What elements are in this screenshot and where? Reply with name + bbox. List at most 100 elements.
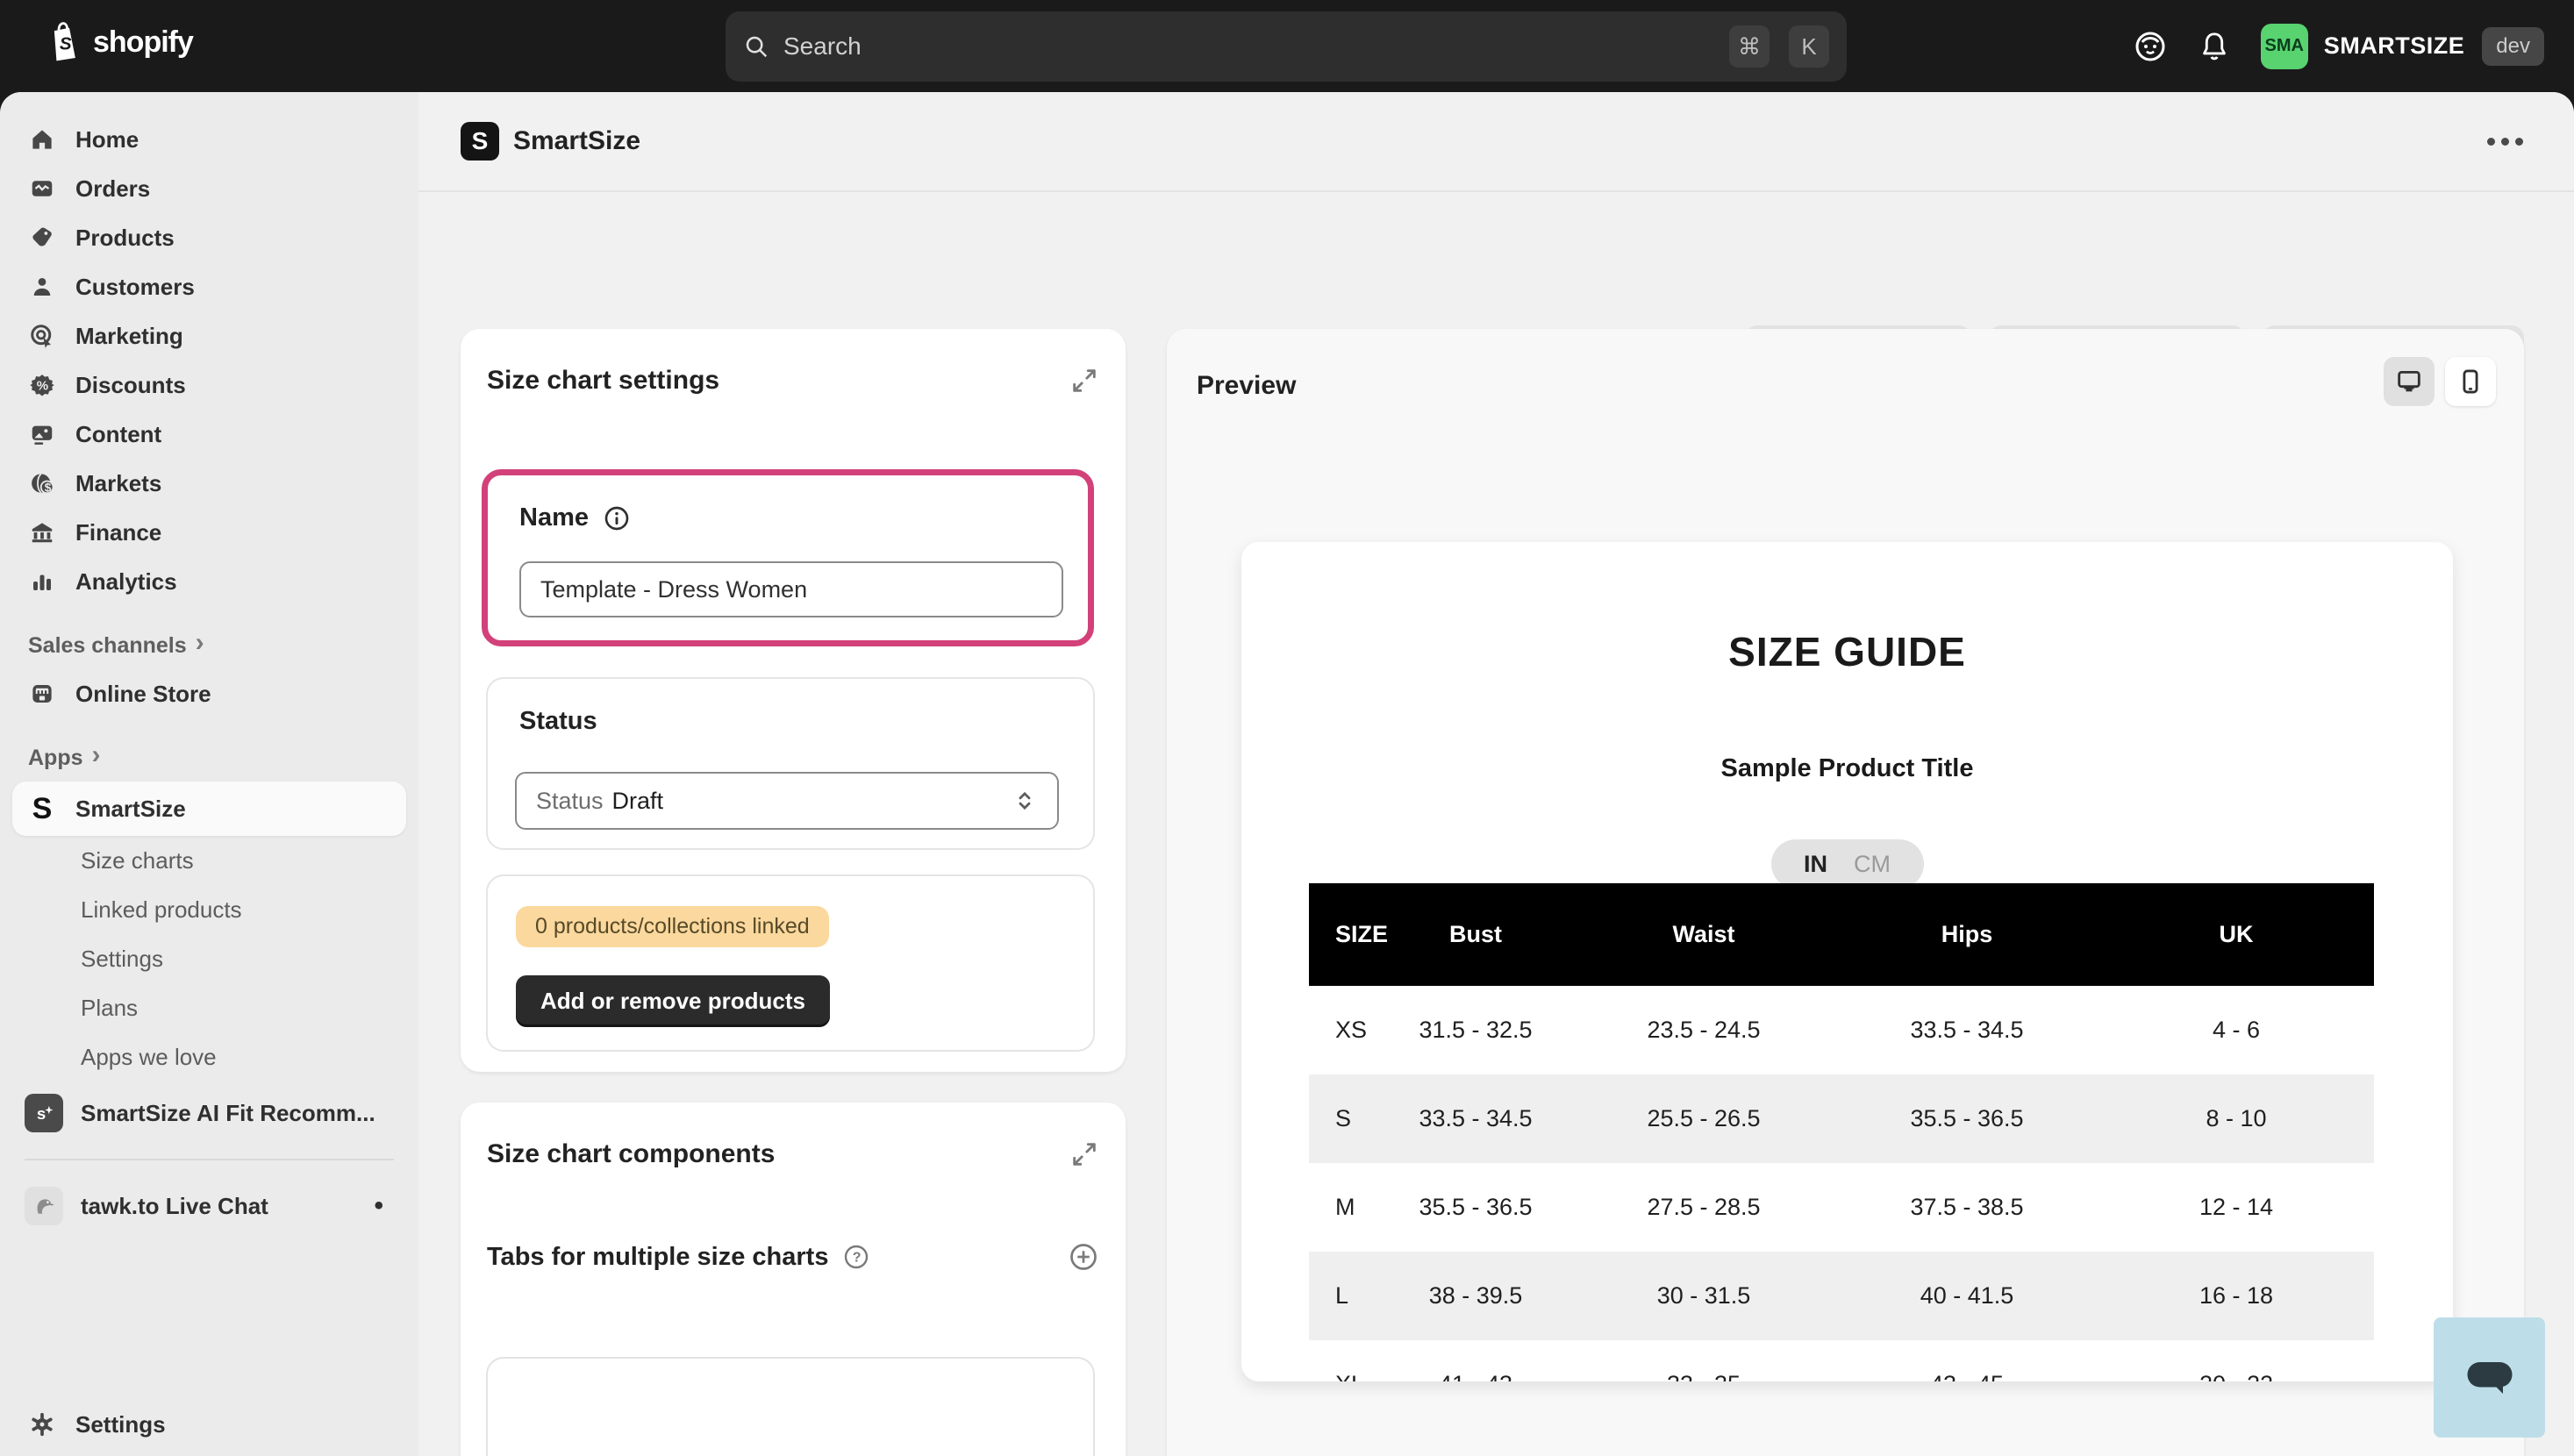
column-header: Bust: [1379, 883, 1572, 986]
expand-icon[interactable]: [1069, 366, 1099, 396]
shopify-logo[interactable]: S shopify: [46, 21, 193, 63]
bar-chart-icon: [28, 568, 56, 595]
svg-text:$: $: [45, 481, 52, 494]
name-input[interactable]: [519, 561, 1063, 617]
sidebar-item-label: Markets: [75, 470, 161, 497]
sidebar-subitem-plans[interactable]: Plans: [0, 983, 418, 1032]
sidebar-item-ai-fit-app[interactable]: s SmartSize AI Fit Recomm...: [0, 1081, 418, 1145]
cell: XS: [1309, 986, 1379, 1074]
ai-fit-app-icon: s: [25, 1094, 63, 1132]
sidebar-subitem-linked-products[interactable]: Linked products: [0, 885, 418, 934]
sidebar-subitem-settings[interactable]: Settings: [0, 934, 418, 983]
sidebar-item-label: SmartSize AI Fit Recomm...: [81, 1100, 375, 1127]
column-header: UK: [2099, 883, 2374, 986]
status-select[interactable]: Status Draft: [515, 772, 1059, 830]
sidebar-item-products[interactable]: Products: [0, 213, 418, 262]
topbar: S shopify Search ⌘ K SMA SMARTSIZE dev: [0, 0, 2574, 92]
content-panel: Home Orders Products Customers Marketing…: [0, 92, 2574, 1456]
subitem-label: Size charts: [81, 847, 194, 874]
cell: 4 - 6: [2099, 986, 2374, 1074]
column-header: Waist: [1572, 883, 1835, 986]
status-select-label: Status: [536, 788, 604, 815]
notifications-bell-icon[interactable]: [2198, 30, 2231, 63]
card-title: Size chart components: [487, 1139, 775, 1169]
sales-channels-header[interactable]: Sales channels ›: [0, 622, 418, 669]
sales-channels-label: Sales channels: [28, 633, 187, 659]
table-row: M35.5 - 36.527.5 - 28.537.5 - 38.512 - 1…: [1309, 1163, 2374, 1252]
card-title: Size chart settings: [487, 366, 719, 396]
sidebar-item-label: Content: [75, 421, 161, 448]
cell: S: [1309, 1074, 1379, 1163]
tawk-parrot-icon: [25, 1187, 63, 1225]
overflow-menu-button[interactable]: [2478, 129, 2532, 154]
cell: 37.5 - 38.5: [1835, 1163, 2099, 1252]
cell: M: [1309, 1163, 1379, 1252]
sidebar-item-orders[interactable]: Orders: [0, 164, 418, 213]
cell: XL: [1309, 1340, 1379, 1381]
sidebar-subitem-size-charts[interactable]: Size charts: [0, 836, 418, 885]
sidebar-subitem-apps-we-love[interactable]: Apps we love: [0, 1032, 418, 1081]
apps-header[interactable]: Apps ›: [0, 734, 418, 782]
sidebar-item-analytics[interactable]: Analytics: [0, 557, 418, 606]
table-header-row: SIZE Bust Waist Hips UK: [1309, 883, 2374, 986]
status-select-value: Draft: [612, 788, 664, 815]
sidebar-item-finance[interactable]: Finance: [0, 508, 418, 557]
unit-toggle[interactable]: IN CM: [1771, 839, 1924, 889]
unit-cm-option[interactable]: CM: [1854, 851, 1891, 878]
sidebar-item-label: Customers: [75, 274, 195, 301]
chevron-right-icon: ›: [92, 755, 101, 760]
subitem-label: Linked products: [81, 896, 242, 924]
cmd-key-badge: ⌘: [1729, 25, 1770, 68]
sidebar-item-home[interactable]: Home: [0, 115, 418, 164]
search-input[interactable]: Search ⌘ K: [726, 11, 1847, 82]
status-section: Status Status Draft: [486, 677, 1095, 850]
desktop-view-button[interactable]: [2384, 357, 2435, 406]
sidebar-item-label: tawk.to Live Chat: [81, 1193, 268, 1220]
svg-text:?: ?: [853, 1250, 862, 1265]
chevron-right-icon: ›: [196, 643, 204, 648]
sample-product-title: Sample Product Title: [1241, 754, 2453, 783]
add-remove-products-button[interactable]: Add or remove products: [516, 975, 830, 1027]
cell: 25.5 - 26.5: [1572, 1074, 1835, 1163]
name-label: Name: [519, 503, 589, 532]
cell: 35.5 - 36.5: [1835, 1074, 2099, 1163]
store-name[interactable]: SMARTSIZE: [2324, 32, 2465, 60]
add-tab-button[interactable]: [1068, 1241, 1099, 1273]
sidebar-item-tawk-chat[interactable]: tawk.to Live Chat •: [0, 1174, 418, 1238]
preview-panel: Preview SIZE GUIDE Sample Product Title …: [1167, 329, 2524, 1456]
cell: 20 - 22: [2099, 1340, 2374, 1381]
unit-in-option[interactable]: IN: [1804, 851, 1827, 878]
cell: 8 - 10: [2099, 1074, 2374, 1163]
smartsize-app-icon: S: [461, 122, 499, 161]
preview-title: Preview: [1197, 371, 1296, 401]
bank-icon: [28, 519, 56, 546]
svg-text:%: %: [37, 379, 48, 394]
subitem-label: Plans: [81, 995, 138, 1022]
cell: 43 - 45: [1835, 1340, 2099, 1381]
sidebar-item-online-store[interactable]: Online Store: [0, 669, 418, 718]
table-row: XS31.5 - 32.523.5 - 24.533.5 - 34.54 - 6: [1309, 986, 2374, 1074]
sidebar-item-smartsize[interactable]: S SmartSize: [12, 782, 406, 836]
sidebar-item-label: Settings: [75, 1411, 166, 1438]
sidebar-item-label: Online Store: [75, 681, 211, 708]
live-chat-button[interactable]: [2434, 1317, 2545, 1438]
info-icon[interactable]: [603, 504, 631, 532]
linked-products-section: 0 products/collections linked Add or rem…: [486, 874, 1095, 1052]
mobile-view-button[interactable]: [2445, 357, 2496, 406]
sidebar-item-marketing[interactable]: Marketing: [0, 311, 418, 360]
help-icon[interactable]: ?: [842, 1243, 870, 1271]
sidebar-item-settings[interactable]: Settings: [0, 1400, 418, 1449]
storefront-icon: [28, 681, 56, 707]
size-guide-preview-card: SIZE GUIDE Sample Product Title IN CM SI…: [1241, 542, 2453, 1381]
sidebar-item-label: Discounts: [75, 372, 186, 399]
sidebar-item-content[interactable]: Content: [0, 410, 418, 459]
store-avatar[interactable]: SMA: [2261, 24, 2308, 69]
assistant-face-icon[interactable]: [2133, 29, 2168, 64]
expand-icon[interactable]: [1069, 1139, 1099, 1169]
sidebar-item-customers[interactable]: Customers: [0, 262, 418, 311]
table-row: XL41 - 4333 - 3543 - 4520 - 22: [1309, 1340, 2374, 1381]
sidebar-item-discounts[interactable]: % Discounts: [0, 360, 418, 410]
sidebar-item-markets[interactable]: $ Markets: [0, 459, 418, 508]
cell: 12 - 14: [2099, 1163, 2374, 1252]
cell: 27.5 - 28.5: [1572, 1163, 1835, 1252]
